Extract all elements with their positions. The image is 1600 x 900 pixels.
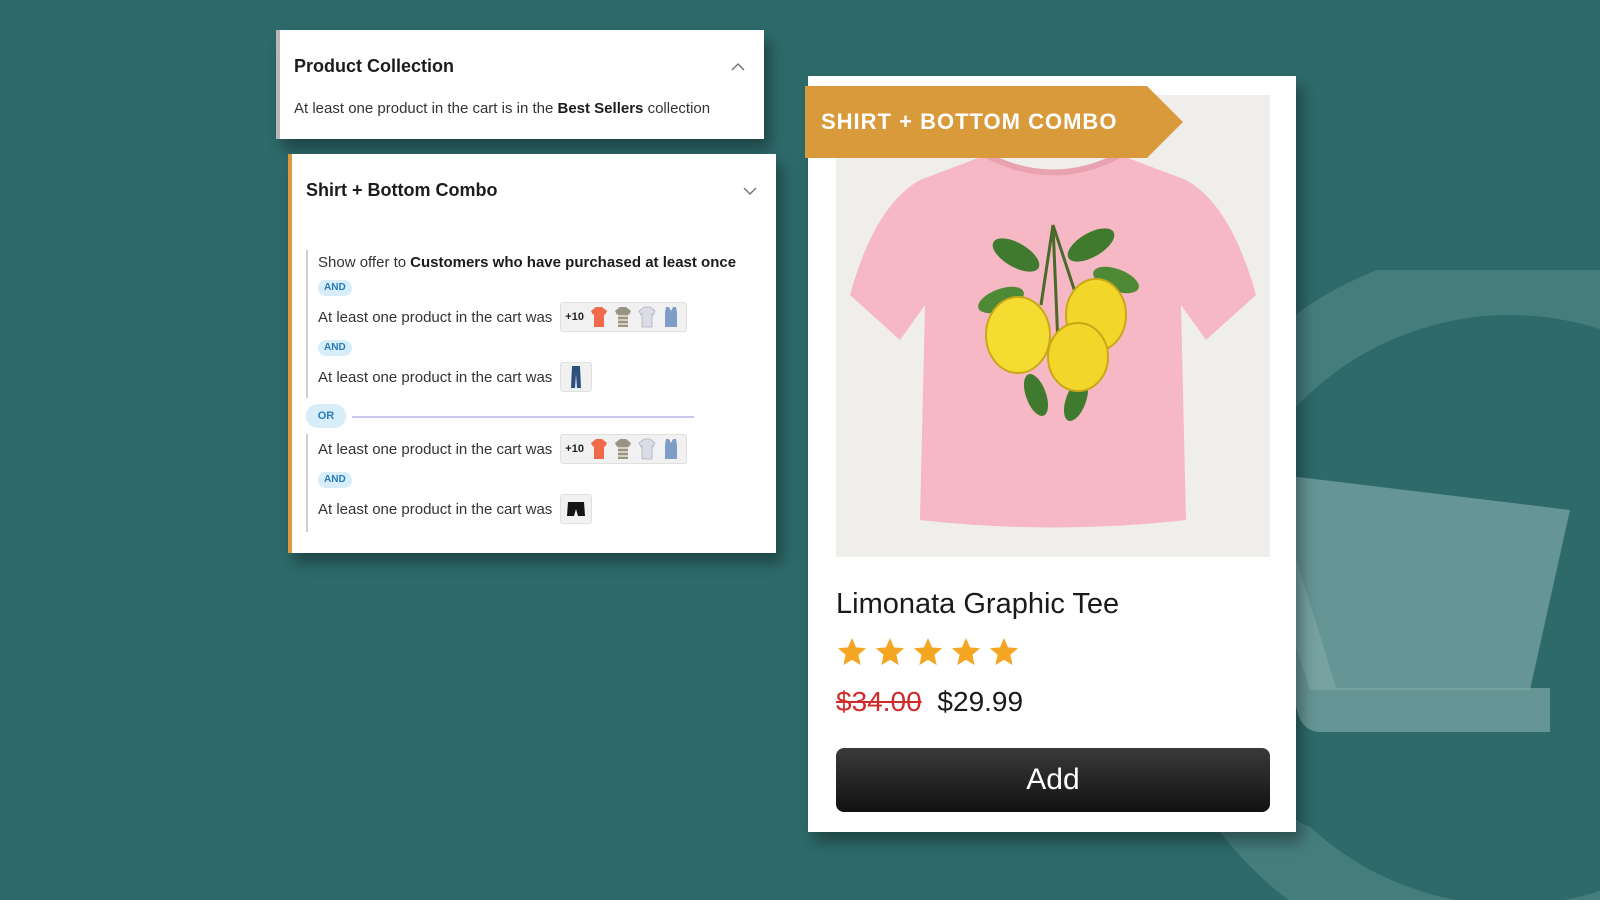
product-collection-description: At least one product in the cart is in t… [294,100,710,117]
condition-group-1: Show offer to Customers who have purchas… [306,250,766,398]
combo-ribbon-badge: SHIRT + BOTTOM COMBO [805,86,1183,158]
product-thumbnails[interactable]: +10 [560,434,687,464]
rule-text: At least one product in the cart was [318,368,553,386]
or-badge: OR [306,404,346,428]
and-badge: AND [318,340,352,356]
product-thumbnails[interactable] [560,494,593,524]
rule-text: At least one product in the cart was [318,500,553,518]
tshirt-illustration [850,152,1256,528]
desc-collection-name: Best Sellers [557,100,644,117]
white-shirt-icon [638,438,656,460]
star-icon [838,638,866,666]
or-separator: OR [306,404,706,428]
orange-shirt-icon [590,307,607,327]
show-offer-audience: Customers who have purchased at least on… [410,254,737,271]
chevron-up-icon[interactable] [730,62,746,72]
shirt-bottom-combo-panel[interactable]: Shirt + Bottom Combo Show offer to Custo… [288,154,776,553]
product-collection-title: Product Collection [294,56,455,76]
striped-shirt-icon [614,307,631,327]
star-icon [990,638,1018,666]
product-thumbnails[interactable] [560,362,593,392]
pink-lemon-tshirt-image[interactable] [836,95,1270,557]
rule-text: At least one product in the cart was [318,308,553,326]
desc-suffix: collection [647,100,711,117]
cart-rule-jeans: At least one product in the cart was [318,362,593,392]
add-to-cart-button[interactable]: Add [836,748,1270,812]
blue-tank-icon [664,307,677,327]
orange-shirt-icon [590,439,607,459]
jeans-icon [571,366,582,388]
price-row: $34.00 $29.99 [836,686,1023,718]
combo-panel-title: Shirt + Bottom Combo [306,180,498,200]
product-thumbnails[interactable]: +10 [560,302,687,332]
star-icon [952,638,980,666]
sale-price: $29.99 [937,686,1024,717]
desc-prefix: At least one product in the cart is in t… [294,100,554,117]
cart-rule-shirts: At least one product in the cart was +10 [318,302,687,332]
blue-tank-icon [664,439,677,459]
or-divider-line [352,416,694,418]
and-badge: AND [318,280,352,296]
chevron-down-icon[interactable] [742,186,758,196]
rule-text: At least one product in the cart was [318,440,553,458]
star-icon [876,638,904,666]
more-products-count: +10 [565,311,584,323]
shorts-icon [567,502,586,516]
rating-stars [836,636,1020,668]
product-collection-panel[interactable]: Product Collection At least one product … [276,30,764,139]
star-icon [914,638,942,666]
and-badge: AND [318,472,352,488]
show-offer-prefix: Show offer to [318,254,407,271]
show-offer-rule: Show offer to Customers who have purchas… [318,254,736,271]
condition-group-2: At least one product in the cart was +10… [306,434,766,532]
white-shirt-icon [638,306,656,328]
product-name[interactable]: Limonata Graphic Tee [836,588,1119,621]
product-card[interactable]: Limonata Graphic Tee $34.00 $29.99 Add [808,76,1296,832]
cart-rule-shirts: At least one product in the cart was +10 [318,434,687,464]
striped-shirt-icon [614,439,631,459]
ribbon-label: SHIRT + BOTTOM COMBO [821,109,1118,134]
more-products-count: +10 [565,443,584,455]
cart-rule-shorts: At least one product in the cart was [318,494,593,524]
old-price: $34.00 [836,686,922,717]
